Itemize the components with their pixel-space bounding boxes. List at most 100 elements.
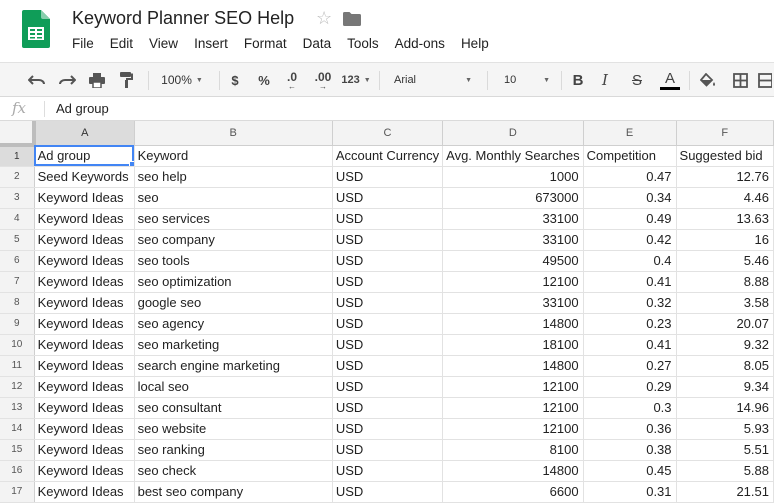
cell-d10[interactable]: 18100 <box>442 334 584 356</box>
cell-a4[interactable]: Keyword Ideas <box>34 208 135 230</box>
column-header-f[interactable]: F <box>676 121 774 146</box>
cell-c14[interactable]: USD <box>332 418 444 440</box>
menu-insert[interactable]: Insert <box>186 35 236 53</box>
cell-d7[interactable]: 12100 <box>442 271 584 293</box>
merge-cells-icon[interactable] <box>756 63 774 97</box>
zoom-select[interactable]: 100% ▼ <box>152 63 212 97</box>
cell-f9[interactable]: 20.07 <box>676 313 774 335</box>
cell-d11[interactable]: 14800 <box>442 355 584 377</box>
more-formats-select[interactable]: 123 ▼ <box>340 63 372 97</box>
cell-d17[interactable]: 6600 <box>442 481 584 503</box>
cell-b5[interactable]: seo company <box>134 229 333 251</box>
row-header[interactable]: 7 <box>0 271 35 293</box>
column-header-b[interactable]: B <box>134 121 333 146</box>
cell-c11[interactable]: USD <box>332 355 444 377</box>
cell-c8[interactable]: USD <box>332 292 444 314</box>
menu-help[interactable]: Help <box>453 35 497 53</box>
cell-d4[interactable]: 33100 <box>442 208 584 230</box>
row-header[interactable]: 10 <box>0 334 35 356</box>
column-header-a[interactable]: A <box>34 121 135 146</box>
cell-a10[interactable]: Keyword Ideas <box>34 334 135 356</box>
column-header-c[interactable]: C <box>332 121 444 146</box>
cell-e16[interactable]: 0.45 <box>583 460 677 482</box>
cell-a11[interactable]: Keyword Ideas <box>34 355 135 377</box>
cell-f13[interactable]: 14.96 <box>676 397 774 419</box>
cell-f10[interactable]: 9.32 <box>676 334 774 356</box>
cell-c16[interactable]: USD <box>332 460 444 482</box>
cell-b14[interactable]: seo website <box>134 418 333 440</box>
borders-icon[interactable] <box>728 63 752 97</box>
cell-e9[interactable]: 0.23 <box>583 313 677 335</box>
cell-c9[interactable]: USD <box>332 313 444 335</box>
cell-c10[interactable]: USD <box>332 334 444 356</box>
row-header[interactable]: 5 <box>0 229 35 251</box>
cell-c6[interactable]: USD <box>332 250 444 272</box>
cell-f12[interactable]: 9.34 <box>676 376 774 398</box>
sheets-logo-icon[interactable] <box>22 10 50 48</box>
cell-c7[interactable]: USD <box>332 271 444 293</box>
cell-e11[interactable]: 0.27 <box>583 355 677 377</box>
cell-a15[interactable]: Keyword Ideas <box>34 439 135 461</box>
italic-button[interactable]: I <box>594 63 616 97</box>
cell-c2[interactable]: USD <box>332 166 444 188</box>
cell-f1[interactable]: Suggested bid <box>676 145 774 167</box>
cell-b1[interactable]: Keyword <box>134 145 333 167</box>
decrease-decimal-button[interactable]: .0 ← <box>280 63 304 97</box>
cell-b2[interactable]: seo help <box>134 166 333 188</box>
menu-data[interactable]: Data <box>295 35 340 53</box>
cell-d9[interactable]: 14800 <box>442 313 584 335</box>
menu-view[interactable]: View <box>141 35 186 53</box>
cell-f2[interactable]: 12.76 <box>676 166 774 188</box>
row-header[interactable]: 3 <box>0 187 35 209</box>
row-header[interactable]: 14 <box>0 418 35 440</box>
fill-color-icon[interactable] <box>696 63 720 97</box>
strikethrough-button[interactable]: S <box>626 63 648 97</box>
cell-c5[interactable]: USD <box>332 229 444 251</box>
row-header[interactable]: 9 <box>0 313 35 335</box>
cell-b8[interactable]: google seo <box>134 292 333 314</box>
cell-d15[interactable]: 8100 <box>442 439 584 461</box>
row-header[interactable]: 17 <box>0 481 35 503</box>
cell-e17[interactable]: 0.31 <box>583 481 677 503</box>
font-size-select[interactable]: 10 ▼ <box>494 63 554 97</box>
row-header[interactable]: 8 <box>0 292 35 314</box>
cell-c4[interactable]: USD <box>332 208 444 230</box>
percent-format-button[interactable]: % <box>254 63 274 97</box>
select-all-corner[interactable] <box>0 121 37 147</box>
cell-c3[interactable]: USD <box>332 187 444 209</box>
cell-b9[interactable]: seo agency <box>134 313 333 335</box>
cell-d6[interactable]: 49500 <box>442 250 584 272</box>
cell-d12[interactable]: 12100 <box>442 376 584 398</box>
cell-b15[interactable]: seo ranking <box>134 439 333 461</box>
menu-edit[interactable]: Edit <box>102 35 141 53</box>
cell-a12[interactable]: Keyword Ideas <box>34 376 135 398</box>
row-header[interactable]: 4 <box>0 208 35 230</box>
cell-e10[interactable]: 0.41 <box>583 334 677 356</box>
formula-input[interactable]: Ad group <box>56 101 109 116</box>
cell-b13[interactable]: seo consultant <box>134 397 333 419</box>
cell-a13[interactable]: Keyword Ideas <box>34 397 135 419</box>
row-header[interactable]: 13 <box>0 397 35 419</box>
font-family-select[interactable]: Arial ▼ <box>386 63 478 97</box>
cell-a8[interactable]: Keyword Ideas <box>34 292 135 314</box>
cell-b12[interactable]: local seo <box>134 376 333 398</box>
cell-f7[interactable]: 8.88 <box>676 271 774 293</box>
cell-a14[interactable]: Keyword Ideas <box>34 418 135 440</box>
undo-icon[interactable] <box>25 63 49 97</box>
menu-add-ons[interactable]: Add-ons <box>387 35 453 53</box>
cell-d14[interactable]: 12100 <box>442 418 584 440</box>
cell-f11[interactable]: 8.05 <box>676 355 774 377</box>
menu-format[interactable]: Format <box>236 35 295 53</box>
column-header-d[interactable]: D <box>442 121 584 146</box>
cell-b17[interactable]: best seo company <box>134 481 333 503</box>
cell-b4[interactable]: seo services <box>134 208 333 230</box>
row-header[interactable]: 12 <box>0 376 35 398</box>
cell-b6[interactable]: seo tools <box>134 250 333 272</box>
cell-e3[interactable]: 0.34 <box>583 187 677 209</box>
cell-e14[interactable]: 0.36 <box>583 418 677 440</box>
row-header[interactable]: 15 <box>0 439 35 461</box>
row-header[interactable]: 2 <box>0 166 35 188</box>
cell-e15[interactable]: 0.38 <box>583 439 677 461</box>
selection-fill-handle[interactable] <box>128 160 134 165</box>
cell-c15[interactable]: USD <box>332 439 444 461</box>
